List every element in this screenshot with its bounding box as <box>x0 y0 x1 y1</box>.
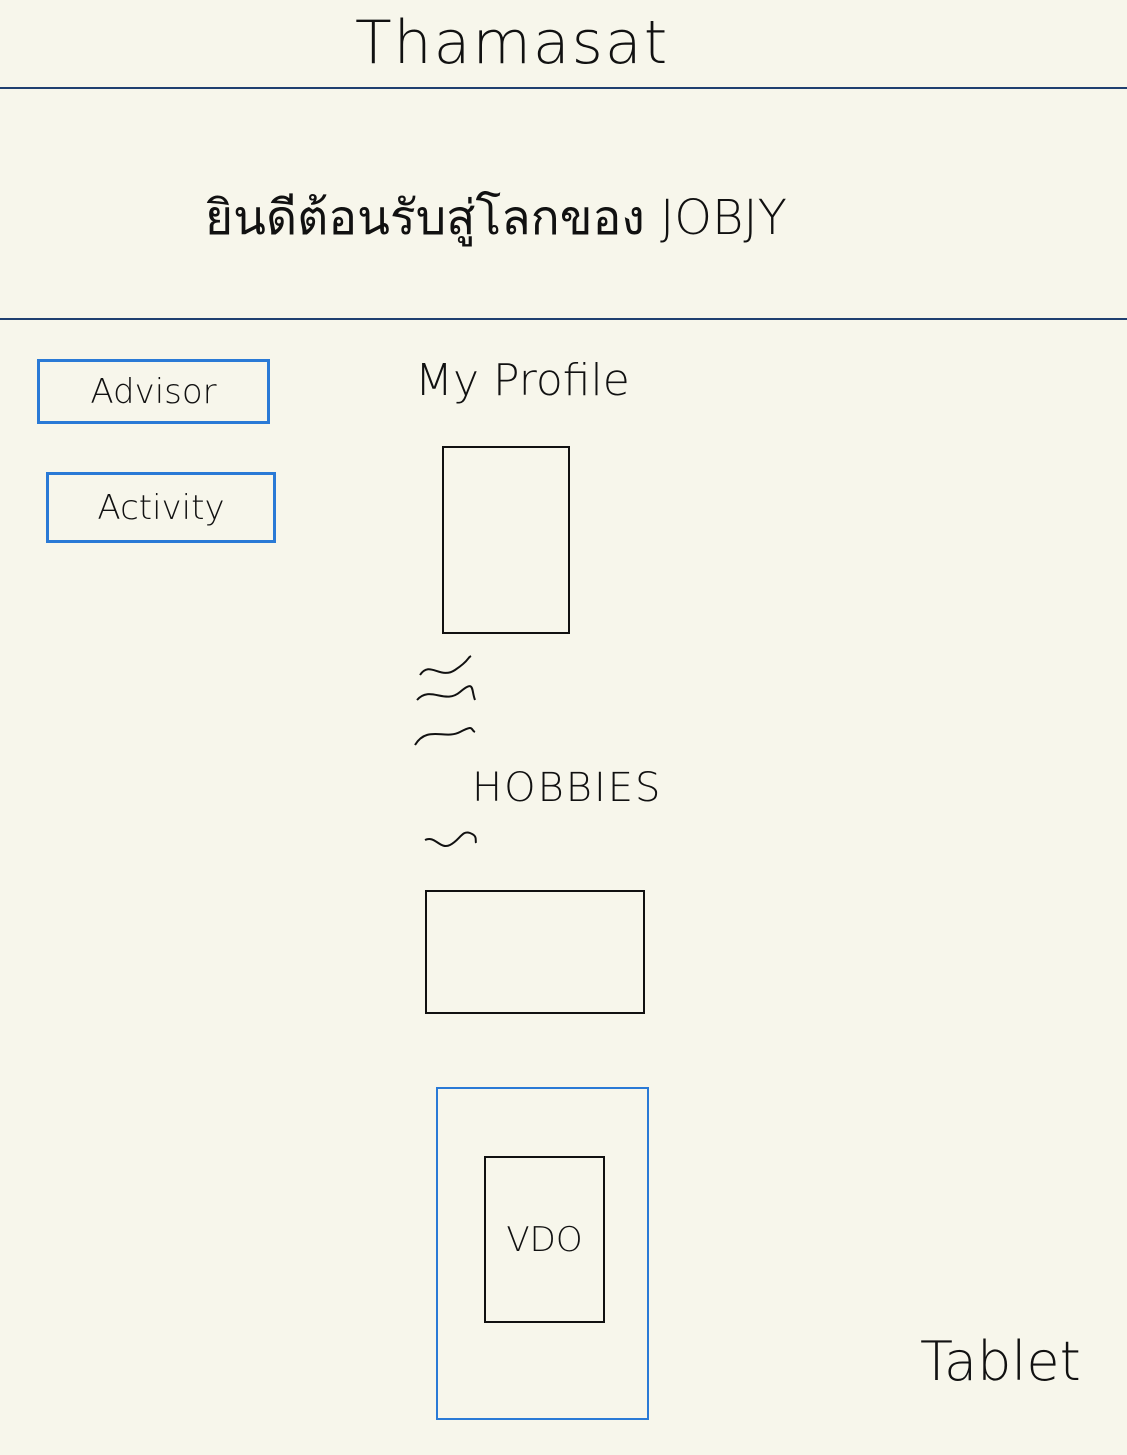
banner-divider <box>0 318 1127 320</box>
hobbies-content-box <box>425 890 645 1014</box>
hobbies-text-placeholder <box>424 831 477 848</box>
sidebar-item-advisor[interactable]: Advisor <box>37 359 270 424</box>
header-divider <box>0 87 1127 89</box>
sidebar-item-label: Activity <box>97 487 225 528</box>
device-label: Tablet <box>920 1330 1081 1393</box>
video-player[interactable]: VDO <box>484 1156 605 1323</box>
profile-text-placeholder <box>414 655 476 746</box>
welcome-banner-text: ยินดีต้อนรับสู่โลกของ JOBJY <box>205 190 787 246</box>
sidebar-item-label: Advisor <box>90 371 217 412</box>
site-title: Thamasat <box>355 8 670 78</box>
hobbies-heading: HOBBIES <box>472 765 663 811</box>
profile-heading: My Profile <box>415 355 630 406</box>
sidebar-item-activity[interactable]: Activity <box>46 472 276 543</box>
profile-photo-placeholder <box>442 446 570 634</box>
video-label: VDO <box>506 1219 583 1260</box>
